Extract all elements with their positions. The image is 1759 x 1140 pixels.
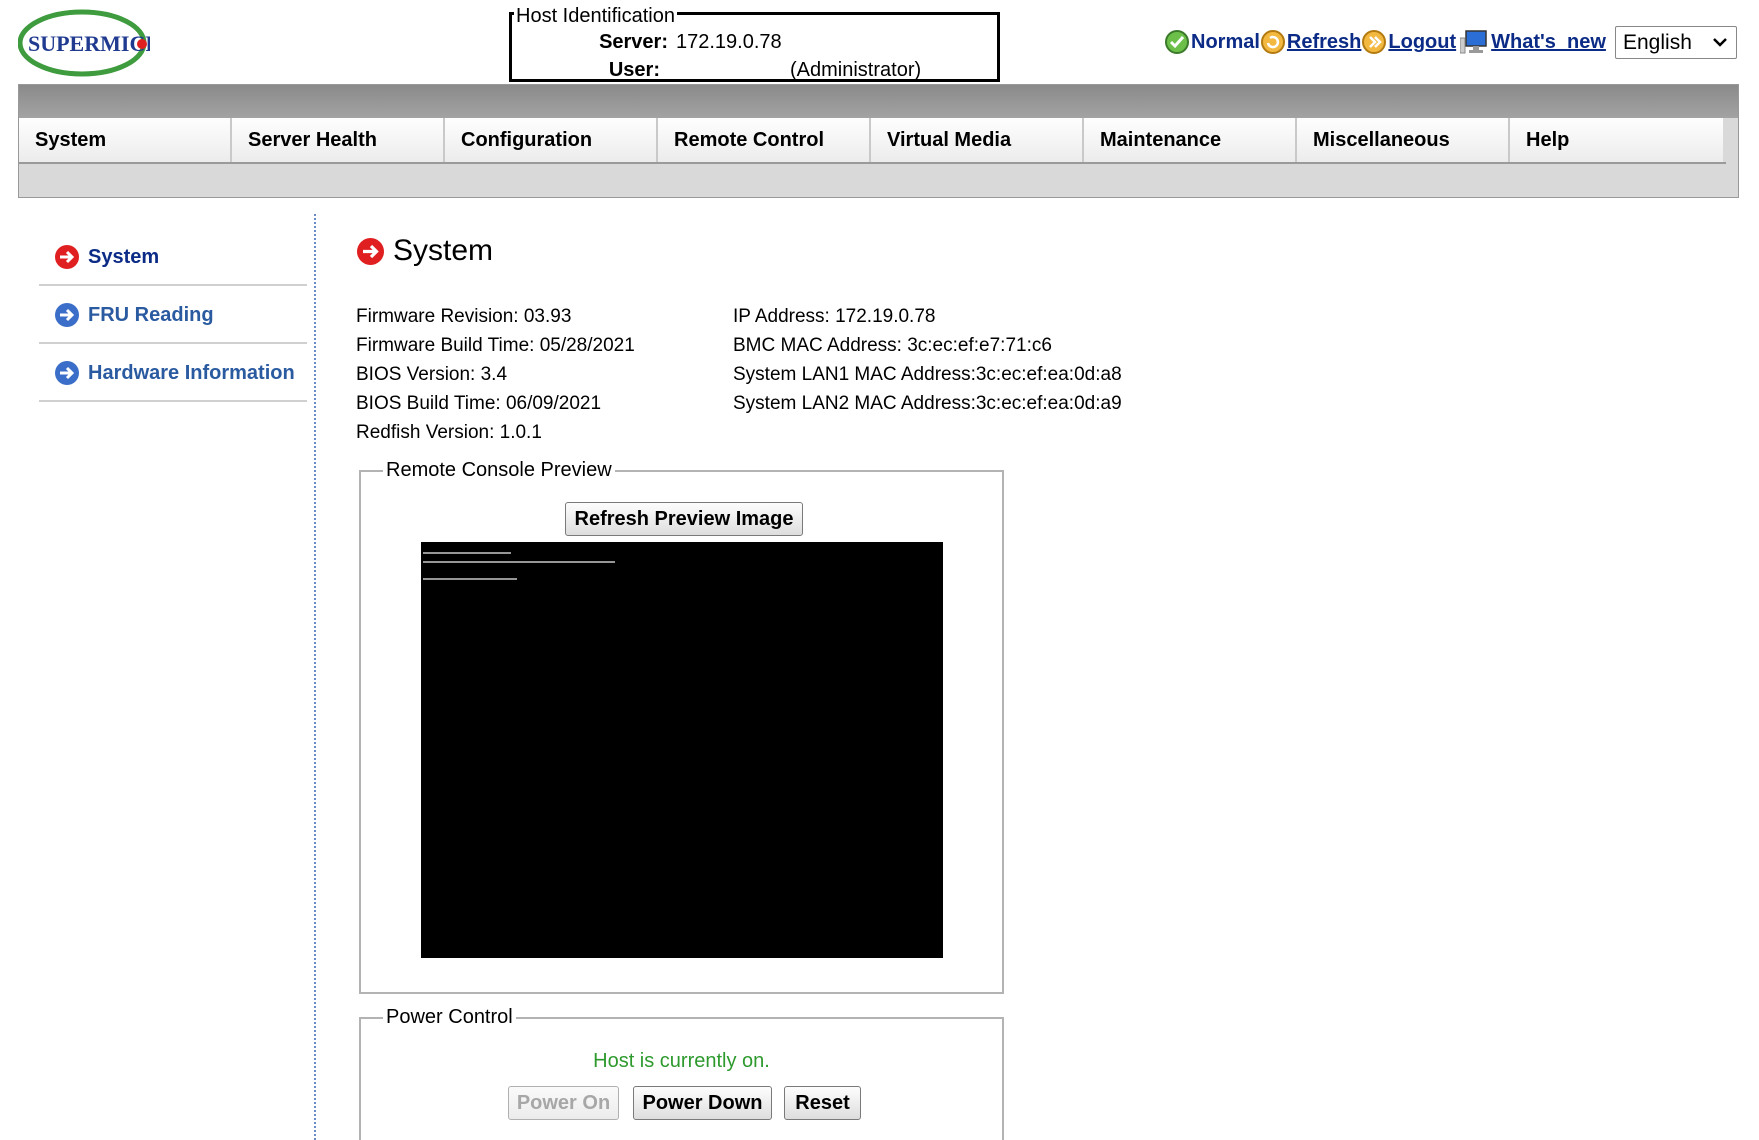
console-text-line bbox=[423, 561, 615, 563]
sidebar-item-hardware-information[interactable]: Hardware Information bbox=[39, 346, 307, 402]
page-title: System bbox=[356, 234, 493, 268]
nav-top-bar bbox=[19, 85, 1738, 118]
supermicro-logo: SUPERMICRO bbox=[17, 6, 178, 78]
status-normal-label: Normal bbox=[1191, 30, 1260, 53]
sidebar-item-label: Hardware Information bbox=[88, 361, 295, 384]
power-control-group: Power Control Host is currently on. Powe… bbox=[359, 1005, 1004, 1140]
bios-build-time: BIOS Build Time: 06/09/2021 bbox=[356, 393, 602, 414]
nav-configuration[interactable]: Configuration bbox=[445, 118, 658, 162]
logout-icon bbox=[1362, 30, 1387, 54]
console-text-line bbox=[423, 552, 511, 554]
sidebar-item-system[interactable]: System bbox=[39, 230, 307, 286]
logout-link[interactable]: Logout bbox=[1388, 31, 1456, 54]
refresh-icon bbox=[1260, 30, 1285, 54]
lan2-mac-address: System LAN2 MAC Address:3c:ec:ef:ea:0d:a… bbox=[733, 393, 1122, 414]
nav-miscellaneous[interactable]: Miscellaneous bbox=[1297, 118, 1510, 162]
bmc-mac-address: BMC MAC Address: 3c:ec:ef:e7:71:c6 bbox=[733, 335, 1052, 356]
remote-console-preview-legend: Remote Console Preview bbox=[383, 458, 615, 482]
user-row: User: (Administrator) bbox=[590, 59, 990, 81]
host-identification-legend: Host Identification bbox=[514, 5, 677, 27]
console-text-line bbox=[423, 578, 517, 580]
lan1-mac-address: System LAN1 MAC Address:3c:ec:ef:ea:0d:a… bbox=[733, 364, 1122, 385]
page-title-text: System bbox=[393, 234, 494, 267]
user-label: User: bbox=[608, 59, 660, 81]
whats-new-link-wrap: What's new bbox=[1460, 29, 1606, 55]
nav-remote-control[interactable]: Remote Control bbox=[658, 118, 871, 162]
power-down-button[interactable]: Power Down bbox=[633, 1086, 772, 1120]
sidebar-divider bbox=[314, 214, 316, 1140]
header-links: Normal Refresh Logout What's new bbox=[1164, 26, 1606, 58]
arrow-right-red-icon bbox=[55, 245, 79, 269]
whats-new-link[interactable]: What's new bbox=[1491, 31, 1606, 54]
host-identification-box: Host Identification Server: 172.19.0.78 U… bbox=[509, 5, 1000, 82]
check-circle-icon bbox=[1165, 30, 1189, 54]
status-normal: Normal bbox=[1164, 29, 1260, 55]
chevron-down-icon bbox=[1713, 38, 1727, 47]
language-select[interactable]: English bbox=[1615, 26, 1737, 59]
monitor-icon bbox=[1460, 30, 1487, 54]
sidebar: System FRU Reading Hardware Information bbox=[39, 230, 307, 404]
console-preview-image[interactable] bbox=[421, 542, 943, 958]
network-info: IP Address: 172.19.0.78 BMC MAC Address:… bbox=[733, 302, 1122, 418]
nav-help[interactable]: Help bbox=[1510, 118, 1723, 162]
nav-system[interactable]: System bbox=[19, 118, 232, 162]
firmware-build-time: Firmware Build Time: 05/28/2021 bbox=[356, 335, 635, 356]
main-nav: System Server Health Configuration Remot… bbox=[19, 118, 1726, 164]
redfish-version: Redfish Version: 1.0.1 bbox=[356, 422, 542, 443]
server-row: Server: 172.19.0.78 bbox=[590, 31, 782, 53]
arrow-right-blue-icon bbox=[55, 361, 79, 385]
reset-button[interactable]: Reset bbox=[784, 1086, 861, 1120]
user-value: (Administrator) bbox=[790, 59, 922, 81]
ip-address: IP Address: 172.19.0.78 bbox=[733, 306, 936, 327]
power-control-legend: Power Control bbox=[383, 1005, 516, 1029]
nav-server-health[interactable]: Server Health bbox=[232, 118, 445, 162]
nav-maintenance[interactable]: Maintenance bbox=[1084, 118, 1297, 162]
bios-version: BIOS Version: 3.4 bbox=[356, 364, 508, 385]
main-nav-container: System Server Health Configuration Remot… bbox=[18, 84, 1739, 198]
refresh-link[interactable]: Refresh bbox=[1287, 31, 1361, 54]
nav-virtual-media[interactable]: Virtual Media bbox=[871, 118, 1084, 162]
power-on-button[interactable]: Power On bbox=[508, 1086, 619, 1120]
logout-link-wrap: Logout bbox=[1361, 29, 1456, 55]
firmware-revision: Firmware Revision: 03.93 bbox=[356, 306, 572, 327]
firmware-info: Firmware Revision: 03.93 Firmware Build … bbox=[356, 302, 635, 447]
sidebar-item-fru-reading[interactable]: FRU Reading bbox=[39, 288, 307, 344]
sidebar-item-label: System bbox=[88, 245, 160, 268]
refresh-link-wrap: Refresh bbox=[1260, 29, 1361, 55]
svg-text:SUPERMICRO: SUPERMICRO bbox=[28, 31, 150, 56]
arrow-right-blue-icon bbox=[55, 303, 79, 327]
refresh-preview-button[interactable]: Refresh Preview Image bbox=[565, 502, 803, 536]
server-value: 172.19.0.78 bbox=[676, 31, 782, 53]
server-label: Server: bbox=[599, 31, 668, 53]
host-status-text: Host is currently on. bbox=[593, 1050, 770, 1072]
sidebar-item-label: FRU Reading bbox=[88, 303, 214, 326]
language-value: English bbox=[1623, 31, 1692, 54]
arrow-right-red-icon bbox=[357, 237, 384, 265]
remote-console-preview-group: Remote Console Preview Refresh Preview I… bbox=[359, 458, 1004, 994]
